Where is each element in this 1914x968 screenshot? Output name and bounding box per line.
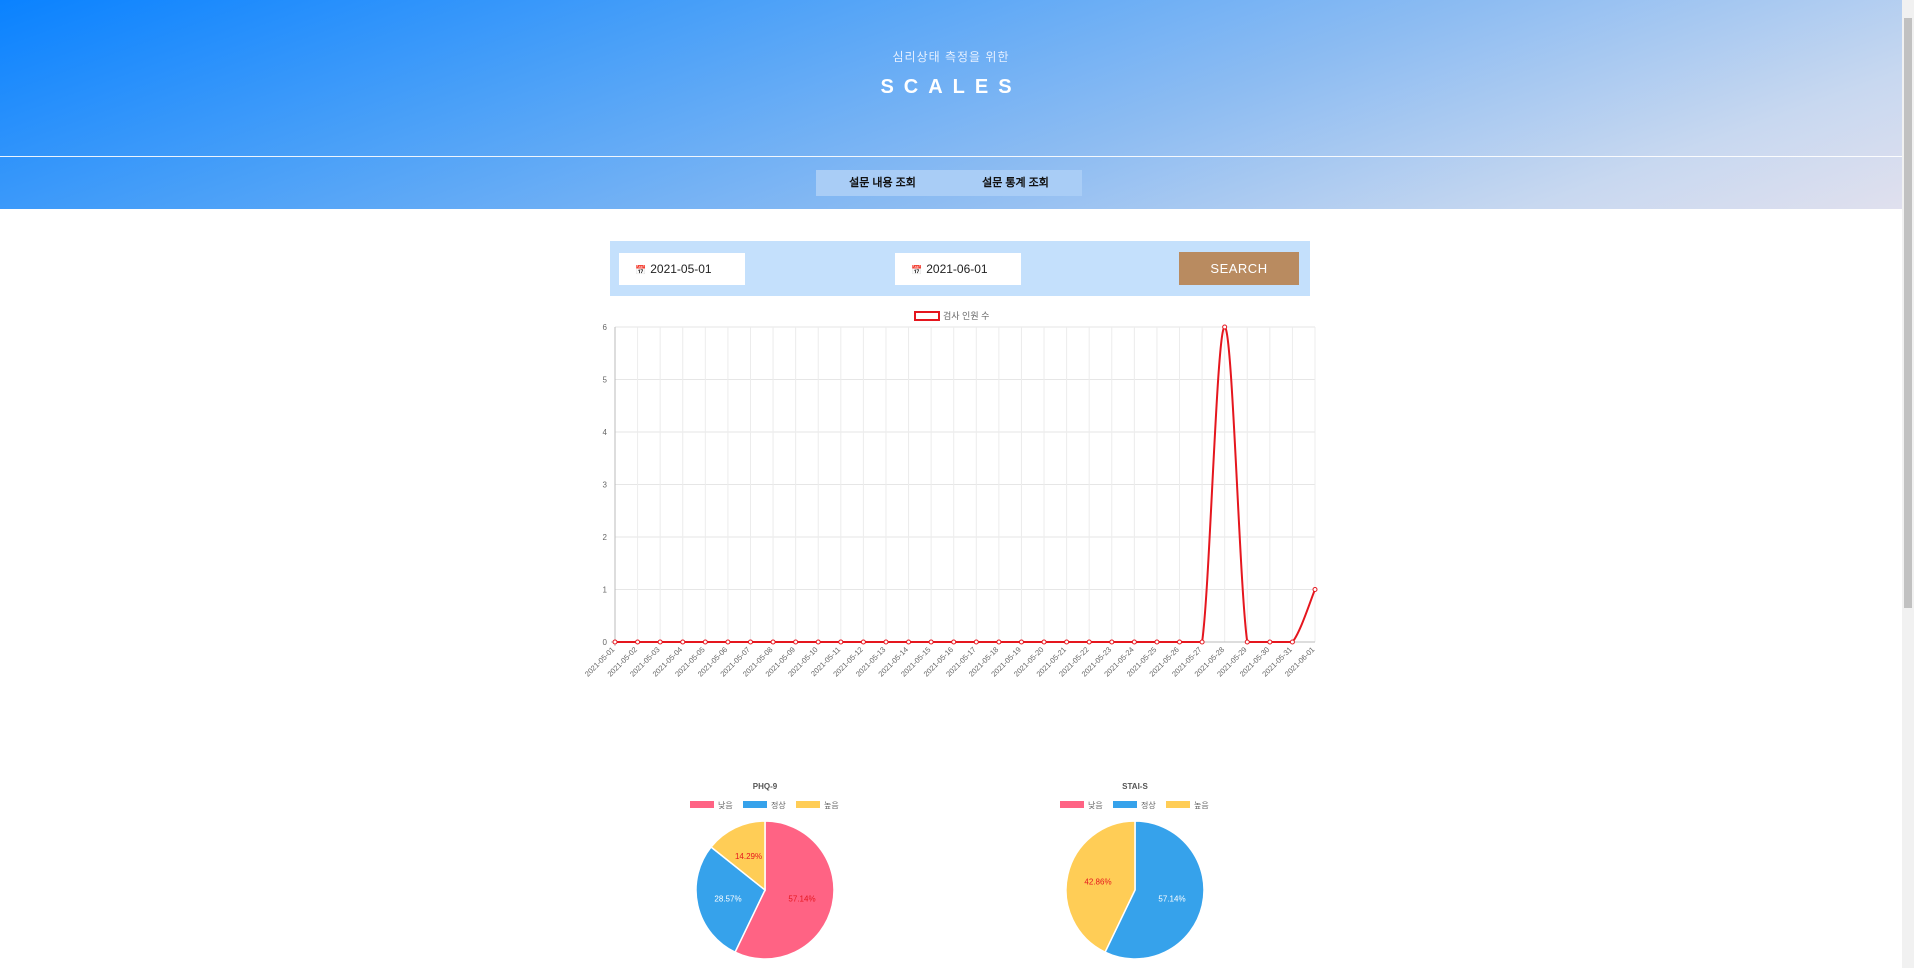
- end-date-value: 2021-06-01: [926, 262, 988, 276]
- site-title: SCALES: [880, 76, 1022, 98]
- data-point: [770, 639, 776, 645]
- pie-value-label: 28.57%: [714, 894, 741, 903]
- y-tick-label: 3: [603, 481, 608, 490]
- y-tick-label: 4: [603, 428, 608, 437]
- pie-title: STAI-S: [1122, 782, 1148, 791]
- pie-title: PHQ-9: [753, 782, 778, 791]
- data-point: [996, 639, 1002, 645]
- data-point: [1199, 639, 1205, 645]
- data-point: [906, 639, 912, 645]
- calendar-icon: 📅: [635, 265, 647, 275]
- line-chart: 검사 인원 수01234562021-05-012021-05-022021-0…: [583, 310, 1318, 679]
- data-point: [1267, 639, 1273, 645]
- pie-value-label: 57.14%: [788, 894, 815, 903]
- y-tick-label: 2: [603, 533, 608, 542]
- data-point: [1312, 587, 1318, 592]
- pie-chart-stai-s: STAI-S 낮음 정상 높음 57.14% 42.86%: [1060, 782, 1209, 960]
- line-chart-legend: 검사 인원 수: [914, 310, 989, 321]
- legend-label: 정상: [771, 800, 786, 810]
- data-point: [1244, 639, 1250, 645]
- data-point: [1154, 639, 1160, 645]
- header-banner: 심리상태 측정을 위한 SCALES 설문 내용 조회 설문 통계 조회: [0, 0, 1902, 209]
- legend-label: 높음: [824, 801, 839, 810]
- start-date-value: 2021-05-01: [650, 262, 712, 276]
- pie-value-label: 42.86%: [1084, 878, 1111, 887]
- legend-label: 낮음: [718, 800, 733, 810]
- data-point: [973, 639, 979, 645]
- y-tick-label: 0: [603, 638, 608, 647]
- data-point: [680, 639, 686, 645]
- data-point: [928, 639, 934, 645]
- data-point: [612, 639, 618, 645]
- data-point: [838, 639, 844, 645]
- data-point: [657, 639, 663, 645]
- legend-swatch: [1113, 801, 1137, 808]
- data-point: [1222, 324, 1228, 330]
- legend-label: 낮음: [1088, 800, 1103, 810]
- page-scrollbar[interactable]: [1902, 0, 1914, 968]
- search-bar: 📅 2021-05-01 📅 2021-06-01 SEARCH: [610, 241, 1310, 296]
- data-point: [1064, 639, 1070, 645]
- data-point: [1018, 639, 1024, 645]
- legend-swatch-line: [914, 311, 940, 321]
- data-point: [883, 639, 889, 645]
- data-point: [1289, 639, 1295, 645]
- data-point: [815, 639, 821, 645]
- legend-label: 높음: [1194, 801, 1209, 810]
- y-tick-label: 5: [603, 376, 608, 385]
- data-point: [793, 639, 799, 645]
- data-point: [702, 639, 708, 645]
- end-date-input[interactable]: 📅 2021-06-01: [895, 253, 1021, 285]
- legend-swatch: [796, 801, 820, 808]
- pie-value-label: 14.29%: [735, 852, 762, 861]
- legend-label: 검사 인원 수: [943, 310, 989, 321]
- start-date-input[interactable]: 📅 2021-05-01: [619, 253, 745, 285]
- data-point: [1041, 639, 1047, 645]
- search-button[interactable]: SEARCH: [1179, 252, 1299, 285]
- scrollbar-thumb[interactable]: [1904, 18, 1912, 608]
- legend-swatch: [1166, 801, 1190, 808]
- nav-item-survey-content[interactable]: 설문 내용 조회: [816, 170, 949, 196]
- data-point: [860, 639, 866, 645]
- y-tick-label: 1: [603, 586, 608, 595]
- pie-legend: 낮음 정상 높음: [1060, 800, 1209, 810]
- pie-legend: 낮음 정상 높음: [690, 800, 839, 810]
- data-point: [1109, 639, 1115, 645]
- data-point: [635, 639, 641, 645]
- data-point: [1177, 639, 1183, 645]
- data-point: [747, 639, 753, 645]
- data-point: [951, 639, 957, 645]
- nav-item-survey-stats[interactable]: 설문 통계 조회: [949, 170, 1082, 196]
- legend-swatch: [743, 801, 767, 808]
- header-divider: [0, 156, 1902, 157]
- legend-label: 정상: [1141, 800, 1156, 810]
- legend-swatch: [1060, 801, 1084, 808]
- nav-bar: 설문 내용 조회 설문 통계 조회: [816, 170, 1082, 196]
- pie-chart-phq9: PHQ-9 낮음 정상 높음 57.14% 28.57% 14.29%: [690, 782, 839, 960]
- data-point: [1131, 639, 1137, 645]
- y-tick-label: 6: [603, 323, 608, 332]
- calendar-icon: 📅: [911, 265, 923, 275]
- data-point: [1086, 639, 1092, 645]
- legend-swatch: [690, 801, 714, 808]
- header-subtitle: 심리상태 측정을 위한: [892, 50, 1010, 64]
- data-point: [725, 639, 731, 645]
- pie-value-label: 57.14%: [1158, 894, 1185, 903]
